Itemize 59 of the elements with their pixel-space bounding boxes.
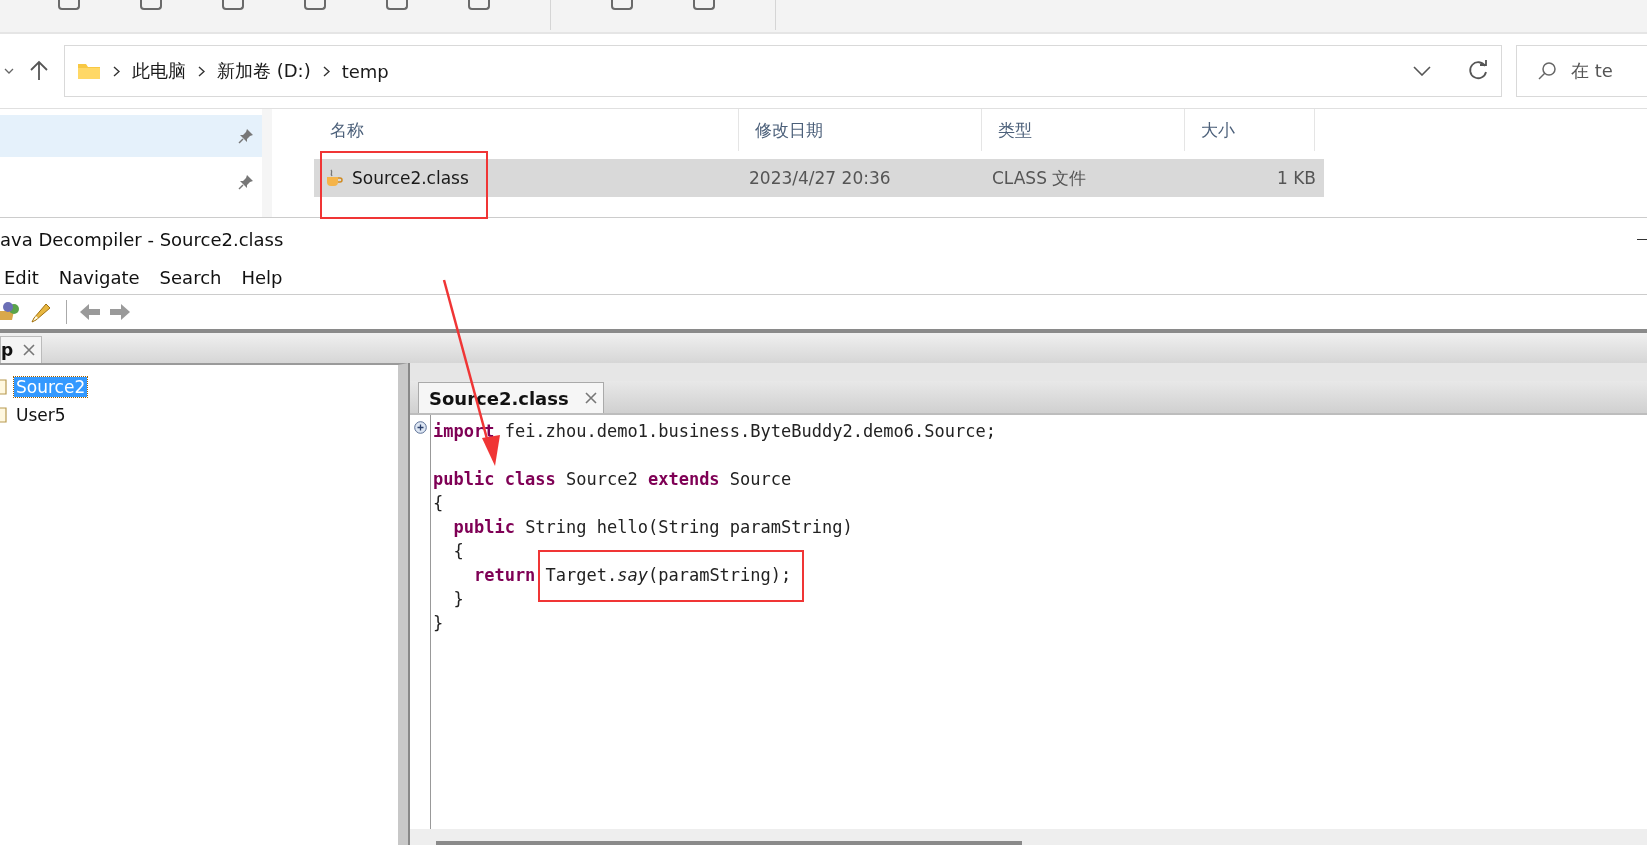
toolbar-icon[interactable] (693, 0, 715, 10)
toolbar-icon[interactable] (222, 0, 244, 10)
code-line: return Target.say(paramString); (472, 564, 793, 587)
file-name: Source2.class (352, 168, 469, 188)
close-icon[interactable] (23, 344, 36, 356)
expand-icon[interactable] (413, 421, 427, 434)
breadcrumb[interactable]: 新加卷 (D:) (217, 59, 311, 83)
file-size: 1 KB (1275, 167, 1317, 190)
menu-item[interactable]: Help (241, 266, 283, 288)
forward-arrow-icon[interactable] (109, 303, 131, 321)
tab[interactable]: p (0, 336, 43, 363)
toolbar-icon[interactable] (304, 0, 326, 10)
minimize-icon[interactable] (1637, 238, 1647, 240)
toolbar-icon[interactable] (468, 0, 490, 10)
menu-item[interactable]: Edit (4, 266, 39, 288)
coffee-cup-icon (324, 168, 344, 188)
back-arrow-icon[interactable] (79, 303, 101, 321)
code-line: } (433, 612, 445, 635)
code-line: } (452, 588, 465, 611)
breadcrumb-chevron-icon (113, 65, 120, 77)
address-bar[interactable]: 此电脑 新加卷 (D:) temp (64, 45, 1502, 97)
search-icon (1537, 61, 1557, 81)
breadcrumb-chevron-icon (322, 65, 330, 77)
menu-item[interactable]: Search (159, 266, 222, 288)
chevron-down-icon[interactable] (4, 67, 14, 75)
pin-icon[interactable] (238, 174, 254, 190)
pin-icon[interactable] (238, 128, 254, 144)
column-header[interactable]: 修改日期 (739, 109, 982, 151)
breadcrumb[interactable]: temp (341, 60, 389, 82)
file-type: CLASS 文件 (991, 166, 1088, 190)
class-icon (0, 378, 8, 396)
close-icon[interactable] (584, 392, 597, 404)
folder-icon (77, 62, 101, 80)
scrollbar-thumb[interactable] (436, 841, 1022, 845)
file-date: 2023/4/27 20:36 (748, 167, 892, 190)
breadcrumb-chevron-icon (198, 65, 205, 77)
column-header[interactable]: 大小 (1185, 109, 1315, 151)
menu-item[interactable]: Navigate (58, 266, 140, 288)
column-header[interactable]: 名称 (314, 109, 739, 151)
toolbar-icon[interactable] (611, 0, 633, 10)
toolbar-icon[interactable] (58, 0, 80, 10)
up-arrow-icon[interactable] (28, 60, 50, 82)
search-placeholder: 在 te (1571, 59, 1613, 83)
breadcrumb[interactable]: 此电脑 (132, 59, 186, 83)
search-field[interactable]: 在 te (1516, 45, 1647, 97)
column-header[interactable]: 类型 (982, 109, 1185, 151)
refresh-icon[interactable] (1467, 60, 1489, 82)
open-file-icon[interactable] (0, 301, 22, 323)
file-row[interactable]: Source2.class 2023/4/27 20:36 CLASS 文件 1 KB (314, 159, 1324, 197)
code-line: { (452, 540, 465, 563)
class-icon (0, 406, 8, 424)
toolbar-icon[interactable] (140, 0, 162, 10)
code-line: public class Source2 extends Source (433, 468, 793, 491)
code-line: { (433, 492, 445, 515)
chevron-down-icon[interactable] (1413, 66, 1431, 76)
window-title: ava Decompiler - Source2.class (0, 228, 284, 250)
code-line: public String hello(String paramString) (452, 516, 854, 539)
tree-item[interactable]: User5 (14, 405, 68, 425)
toolbar-icon[interactable] (386, 0, 408, 10)
